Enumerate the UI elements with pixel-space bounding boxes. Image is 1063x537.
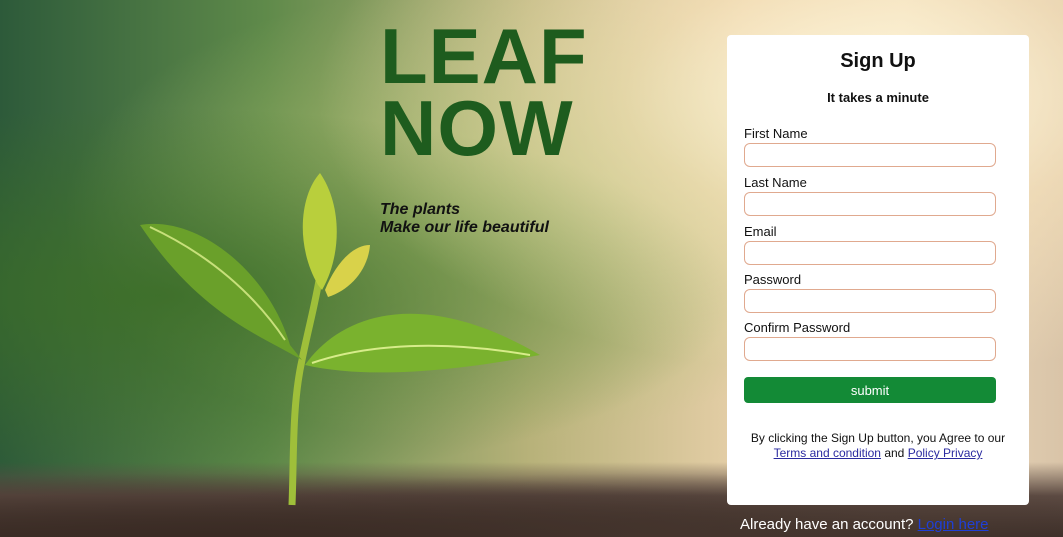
submit-button[interactable]: submit bbox=[744, 377, 996, 403]
privacy-link[interactable]: Policy Privacy bbox=[908, 446, 983, 460]
login-prompt: Already have an account? Login here bbox=[740, 516, 989, 533]
and-text: and bbox=[884, 446, 905, 460]
terms-link[interactable]: Terms and condition bbox=[774, 446, 881, 460]
brand-logo-text: LEAF NOW bbox=[380, 12, 588, 172]
signup-card: Sign Up It takes a minute First Name Las… bbox=[727, 35, 1029, 505]
brand-line-1: LEAF bbox=[380, 12, 588, 100]
password-label: Password bbox=[744, 272, 802, 287]
tagline-line-1: The plants bbox=[380, 201, 461, 218]
first-name-input[interactable] bbox=[744, 143, 996, 167]
email-input[interactable] bbox=[744, 241, 996, 265]
confirm-password-group: Confirm Password bbox=[744, 320, 996, 361]
tagline: The plants Make our life beautiful bbox=[380, 201, 549, 237]
confirm-password-label: Confirm Password bbox=[744, 320, 851, 335]
password-group: Password bbox=[744, 272, 996, 313]
signup-title: Sign Up bbox=[840, 50, 916, 72]
last-name-group: Last Name bbox=[744, 175, 996, 216]
signup-subtitle: It takes a minute bbox=[827, 90, 929, 105]
password-input[interactable] bbox=[744, 289, 996, 313]
login-link[interactable]: Login here bbox=[918, 516, 989, 533]
brand-line-2: NOW bbox=[380, 84, 574, 172]
last-name-label: Last Name bbox=[744, 175, 807, 190]
email-label: Email bbox=[744, 224, 777, 239]
terms-notice: By clicking the Sign Up button, you Agre… bbox=[737, 431, 1019, 461]
terms-text: By clicking the Sign Up button, you Agre… bbox=[750, 431, 1006, 445]
already-text: Already have an account? bbox=[740, 516, 914, 533]
email-group: Email bbox=[744, 224, 996, 265]
last-name-input[interactable] bbox=[744, 192, 996, 216]
confirm-password-input[interactable] bbox=[744, 337, 996, 361]
tagline-line-2: Make our life beautiful bbox=[380, 219, 549, 236]
first-name-label: First Name bbox=[744, 126, 808, 141]
first-name-group: First Name bbox=[744, 126, 996, 167]
